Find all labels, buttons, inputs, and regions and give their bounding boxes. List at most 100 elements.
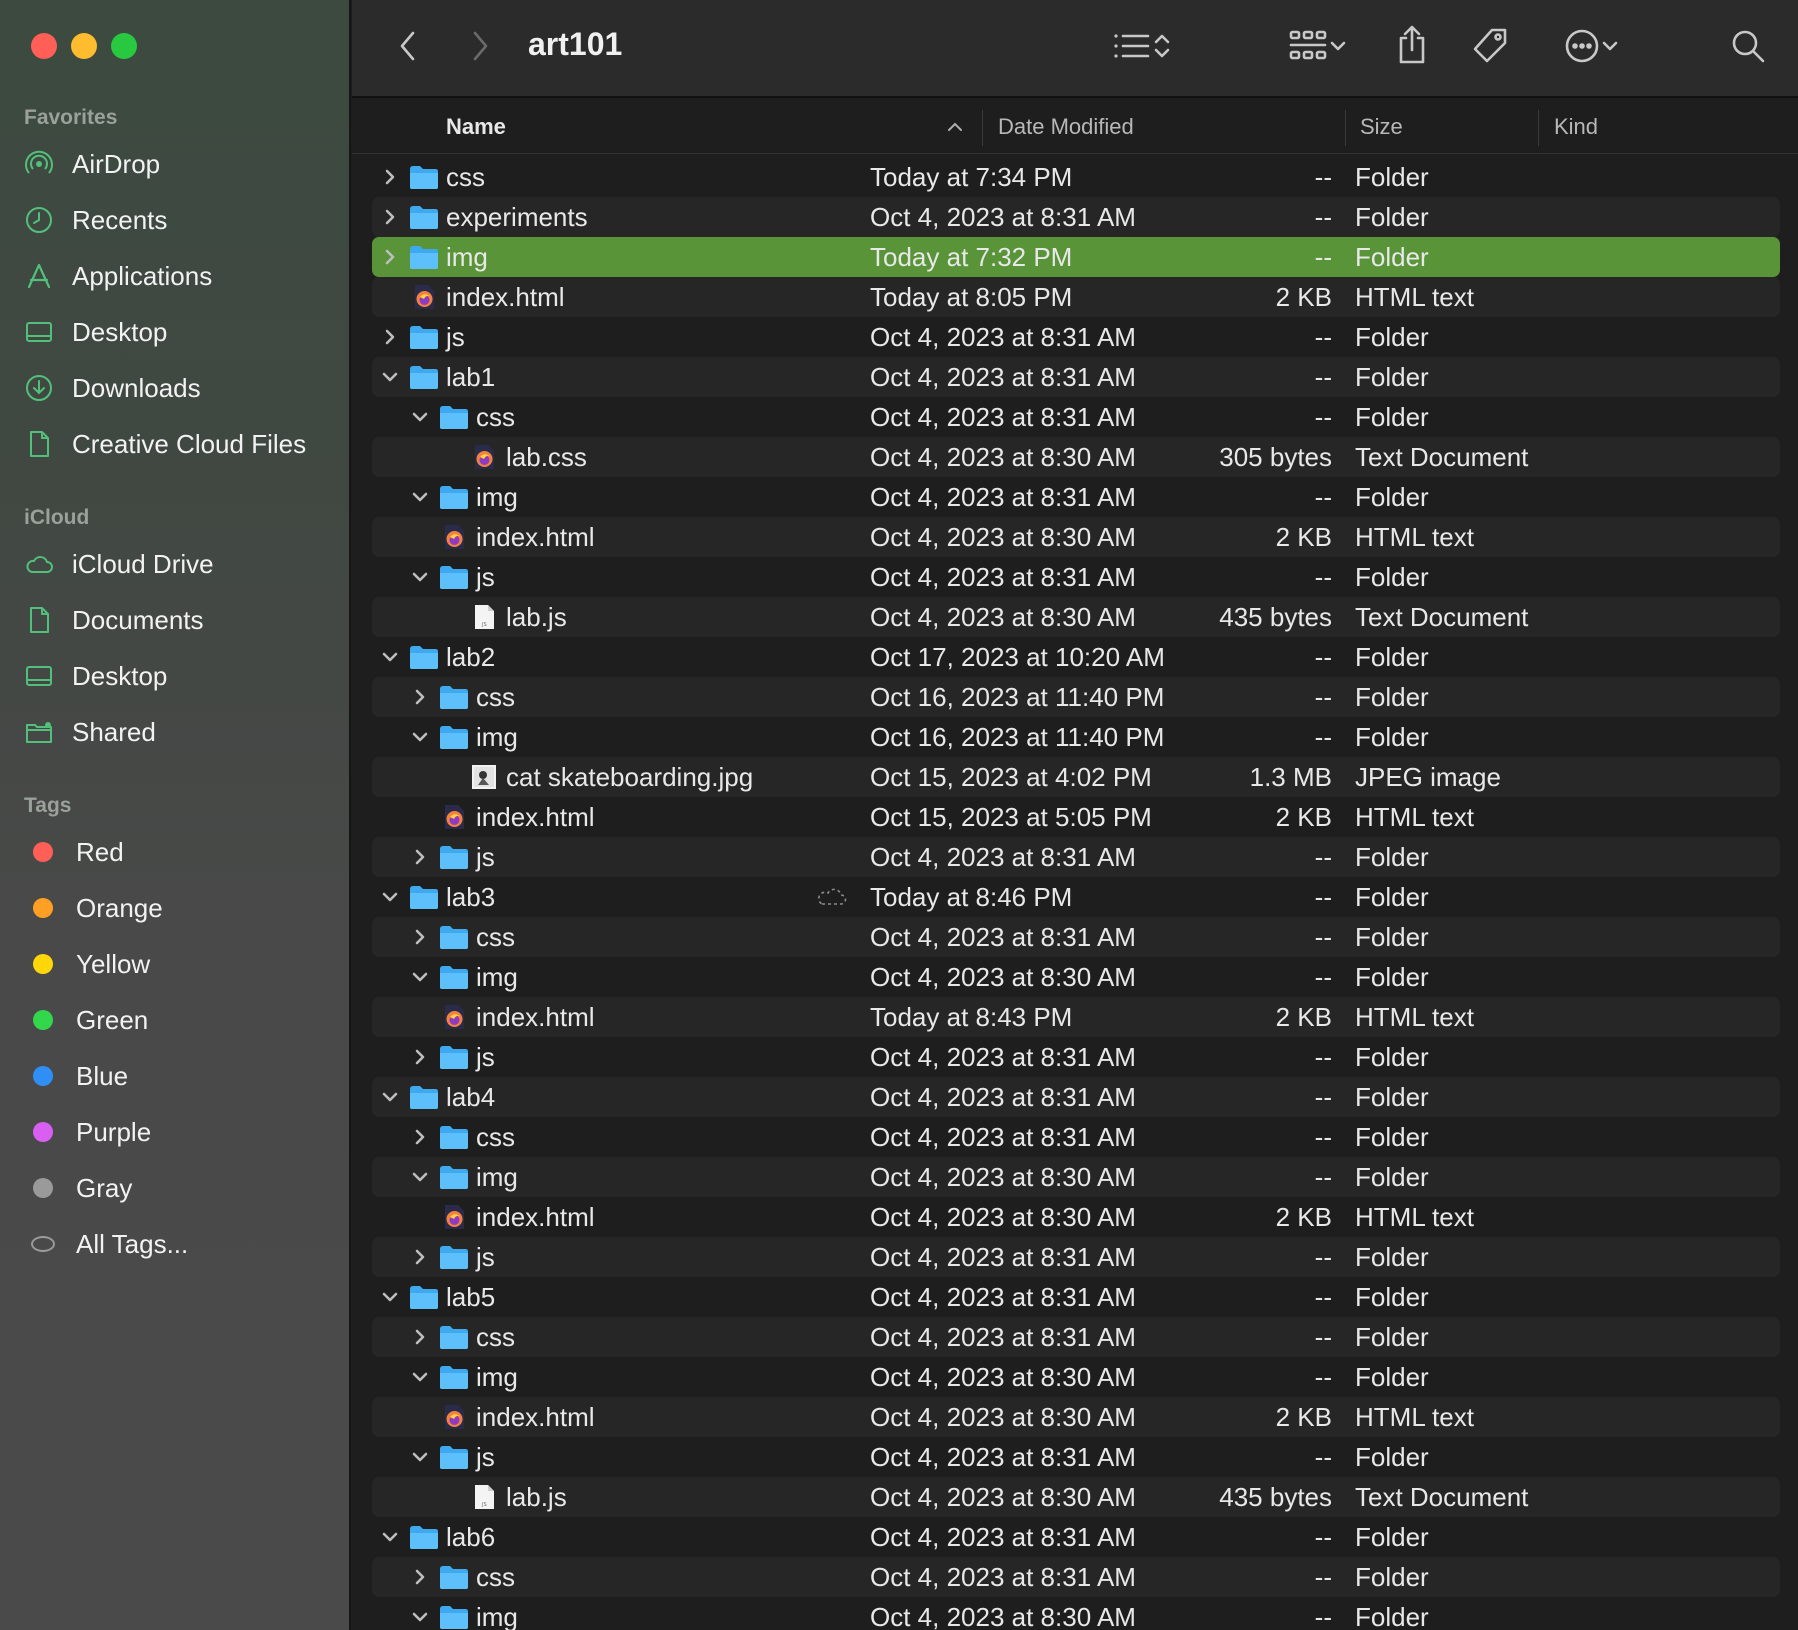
file-row[interactable]: JS lab.js Oct 4, 2023 at 8:30 AM 435 bytes T… bbox=[372, 597, 1780, 637]
file-row[interactable]: js Oct 4, 2023 at 8:31 AM -- Folder bbox=[372, 317, 1780, 357]
disclosure-collapsed-icon[interactable] bbox=[408, 677, 432, 717]
disclosure-expanded-icon[interactable] bbox=[378, 1077, 402, 1117]
disclosure-expanded-icon[interactable] bbox=[378, 357, 402, 397]
file-row[interactable]: img Oct 4, 2023 at 8:30 AM -- Folder bbox=[372, 1157, 1780, 1197]
minimize-window-button[interactable] bbox=[71, 33, 97, 59]
file-row[interactable]: lab3 Today at 8:46 PM -- Folder bbox=[372, 877, 1780, 917]
disclosure-expanded-icon[interactable] bbox=[378, 877, 402, 917]
file-row[interactable]: js Oct 4, 2023 at 8:31 AM -- Folder bbox=[372, 1237, 1780, 1277]
file-row[interactable]: js Oct 4, 2023 at 8:31 AM -- Folder bbox=[372, 1437, 1780, 1477]
disclosure-expanded-icon[interactable] bbox=[408, 1597, 432, 1630]
back-button[interactable] bbox=[390, 26, 426, 66]
column-date-header[interactable]: Date Modified bbox=[998, 100, 1134, 154]
sidebar-item-recents[interactable]: Recents bbox=[24, 196, 339, 244]
sidebar-item-documents[interactable]: Documents bbox=[24, 596, 339, 644]
disclosure-collapsed-icon[interactable] bbox=[378, 197, 402, 237]
disclosure-expanded-icon[interactable] bbox=[378, 1277, 402, 1317]
file-row[interactable]: index.html Oct 15, 2023 at 5:05 PM 2 KB HTM… bbox=[372, 797, 1780, 837]
disclosure-collapsed-icon[interactable] bbox=[378, 317, 402, 357]
sidebar-tag-yellow[interactable]: Yellow bbox=[24, 940, 339, 988]
file-row[interactable]: index.html Oct 4, 2023 at 8:30 AM 2 KB HTML… bbox=[372, 1397, 1780, 1437]
view-options-button[interactable] bbox=[1102, 26, 1182, 66]
column-kind-header[interactable]: Kind bbox=[1554, 100, 1598, 154]
column-divider[interactable] bbox=[1538, 110, 1539, 146]
group-button[interactable] bbox=[1278, 26, 1358, 66]
file-row[interactable]: css Oct 4, 2023 at 8:31 AM -- Folder bbox=[372, 1557, 1780, 1597]
file-row[interactable]: index.html Today at 8:43 PM 2 KB HTML text bbox=[372, 997, 1780, 1037]
disclosure-expanded-icon[interactable] bbox=[408, 1437, 432, 1477]
file-row[interactable]: css Today at 7:34 PM -- Folder bbox=[372, 157, 1780, 197]
file-row[interactable]: img Oct 4, 2023 at 8:31 AM -- Folder bbox=[372, 477, 1780, 517]
disclosure-collapsed-icon[interactable] bbox=[408, 1037, 432, 1077]
file-row[interactable]: css Oct 4, 2023 at 8:31 AM -- Folder bbox=[372, 1317, 1780, 1357]
sidebar-item-airdrop[interactable]: AirDrop bbox=[24, 140, 339, 188]
disclosure-collapsed-icon[interactable] bbox=[408, 1317, 432, 1357]
sidebar-tag-purple[interactable]: Purple bbox=[24, 1108, 339, 1156]
disclosure-collapsed-icon[interactable] bbox=[408, 1237, 432, 1277]
disclosure-expanded-icon[interactable] bbox=[408, 957, 432, 997]
file-row[interactable]: css Oct 4, 2023 at 8:31 AM -- Folder bbox=[372, 1117, 1780, 1157]
file-row[interactable]: JS lab.js Oct 4, 2023 at 8:30 AM 435 bytes T… bbox=[372, 1477, 1780, 1517]
disclosure-expanded-icon[interactable] bbox=[408, 1357, 432, 1397]
close-window-button[interactable] bbox=[31, 33, 57, 59]
sidebar-item-desktop[interactable]: Desktop bbox=[24, 652, 339, 700]
disclosure-collapsed-icon[interactable] bbox=[378, 157, 402, 197]
tags-button[interactable] bbox=[1468, 24, 1512, 68]
file-row[interactable]: lab2 Oct 17, 2023 at 10:20 AM -- Folder bbox=[372, 637, 1780, 677]
file-row[interactable]: img Oct 4, 2023 at 8:30 AM -- Folder bbox=[372, 1597, 1780, 1630]
sidebar-item-downloads[interactable]: Downloads bbox=[24, 364, 339, 412]
disclosure-expanded-icon[interactable] bbox=[378, 1517, 402, 1557]
file-row[interactable]: css Oct 4, 2023 at 8:31 AM -- Folder bbox=[372, 917, 1780, 957]
sidebar-tag-green[interactable]: Green bbox=[24, 996, 339, 1044]
sidebar-item-icloud-drive[interactable]: iCloud Drive bbox=[24, 540, 339, 588]
disclosure-expanded-icon[interactable] bbox=[408, 477, 432, 517]
file-row[interactable]: img Oct 16, 2023 at 11:40 PM -- Folder bbox=[372, 717, 1780, 757]
file-row[interactable]: lab.css Oct 4, 2023 at 8:30 AM 305 bytes Te… bbox=[372, 437, 1780, 477]
file-row[interactable]: cat skateboarding.jpg Oct 15, 2023 at 4:0… bbox=[372, 757, 1780, 797]
file-row[interactable]: css Oct 4, 2023 at 8:31 AM -- Folder bbox=[372, 397, 1780, 437]
file-row[interactable]: lab1 Oct 4, 2023 at 8:31 AM -- Folder bbox=[372, 357, 1780, 397]
sidebar-item-shared[interactable]: Shared bbox=[24, 708, 339, 756]
file-row[interactable]: lab6 Oct 4, 2023 at 8:31 AM -- Folder bbox=[372, 1517, 1780, 1557]
disclosure-expanded-icon[interactable] bbox=[408, 1157, 432, 1197]
file-row[interactable]: index.html Oct 4, 2023 at 8:30 AM 2 KB HTML… bbox=[372, 517, 1780, 557]
more-actions-button[interactable] bbox=[1552, 24, 1632, 68]
disclosure-collapsed-icon[interactable] bbox=[408, 1117, 432, 1157]
file-row[interactable]: img Oct 4, 2023 at 8:30 AM -- Folder bbox=[372, 957, 1780, 997]
file-row[interactable]: img Today at 7:32 PM -- Folder bbox=[372, 237, 1780, 277]
disclosure-expanded-icon[interactable] bbox=[408, 557, 432, 597]
sidebar-tag-all-tags[interactable]: All Tags... bbox=[24, 1220, 339, 1268]
column-divider[interactable] bbox=[1345, 110, 1346, 146]
sidebar-tag-red[interactable]: Red bbox=[24, 828, 339, 876]
file-row[interactable]: css Oct 16, 2023 at 11:40 PM -- Folder bbox=[372, 677, 1780, 717]
file-row[interactable]: js Oct 4, 2023 at 8:31 AM -- Folder bbox=[372, 557, 1780, 597]
disclosure-collapsed-icon[interactable] bbox=[408, 1557, 432, 1597]
disclosure-expanded-icon[interactable] bbox=[408, 397, 432, 437]
file-row[interactable]: index.html Oct 4, 2023 at 8:30 AM 2 KB HTML… bbox=[372, 1197, 1780, 1237]
sort-ascending-icon[interactable] bbox=[946, 100, 964, 154]
disclosure-collapsed-icon[interactable] bbox=[378, 237, 402, 277]
file-row[interactable]: experiments Oct 4, 2023 at 8:31 AM -- Folde… bbox=[372, 197, 1780, 237]
sidebar-item-creative-cloud-files[interactable]: Creative Cloud Files bbox=[24, 420, 339, 468]
file-row[interactable]: js Oct 4, 2023 at 8:31 AM -- Folder bbox=[372, 837, 1780, 877]
search-button[interactable] bbox=[1726, 24, 1770, 68]
column-divider[interactable] bbox=[982, 110, 983, 146]
disclosure-collapsed-icon[interactable] bbox=[408, 917, 432, 957]
file-row[interactable]: lab4 Oct 4, 2023 at 8:31 AM -- Folder bbox=[372, 1077, 1780, 1117]
file-row[interactable]: index.html Today at 8:05 PM 2 KB HTML text bbox=[372, 277, 1780, 317]
file-row[interactable]: img Oct 4, 2023 at 8:30 AM -- Folder bbox=[372, 1357, 1780, 1397]
sidebar-item-applications[interactable]: Applications bbox=[24, 252, 339, 300]
sidebar-item-desktop[interactable]: Desktop bbox=[24, 308, 339, 356]
forward-button[interactable] bbox=[462, 26, 498, 66]
file-row[interactable]: lab5 Oct 4, 2023 at 8:31 AM -- Folder bbox=[372, 1277, 1780, 1317]
column-size-header[interactable]: Size bbox=[1360, 100, 1403, 154]
share-button[interactable] bbox=[1392, 22, 1432, 68]
disclosure-expanded-icon[interactable] bbox=[378, 637, 402, 677]
file-row[interactable]: js Oct 4, 2023 at 8:31 AM -- Folder bbox=[372, 1037, 1780, 1077]
zoom-window-button[interactable] bbox=[111, 33, 137, 59]
sidebar-tag-blue[interactable]: Blue bbox=[24, 1052, 339, 1100]
sidebar-tag-gray[interactable]: Gray bbox=[24, 1164, 339, 1212]
disclosure-collapsed-icon[interactable] bbox=[408, 837, 432, 877]
sidebar-tag-orange[interactable]: Orange bbox=[24, 884, 339, 932]
disclosure-expanded-icon[interactable] bbox=[408, 717, 432, 757]
